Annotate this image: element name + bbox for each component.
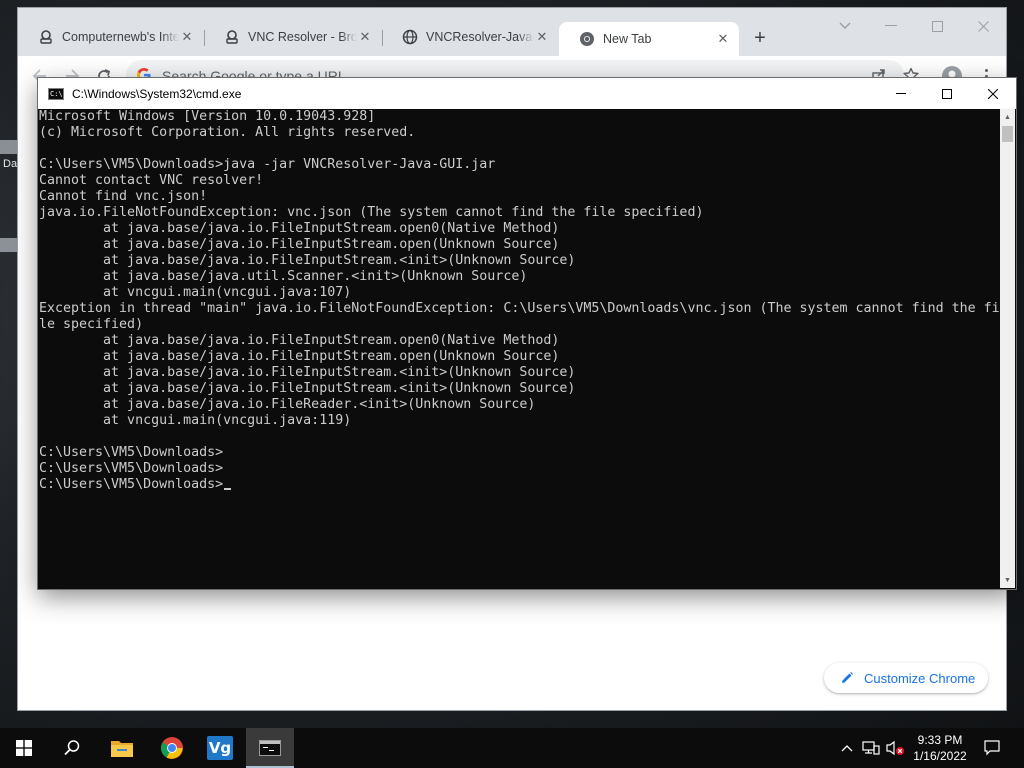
close-icon[interactable]: ✕ (534, 29, 550, 45)
console-line: at vncgui.main(vncgui.java:119) (39, 413, 352, 428)
console-line: at java.base/java.util.Scanner.<init>(Un… (39, 269, 528, 284)
clock-date: 1/16/2022 (913, 749, 967, 763)
close-icon (977, 20, 989, 32)
console-line: C:\Users\VM5\Downloads> (39, 445, 224, 460)
show-hidden-icons-button[interactable] (838, 728, 856, 768)
cmd-window: C:\ C:\Windows\System32\cmd.exe Microsof… (38, 78, 1016, 589)
minimize-icon (896, 92, 906, 94)
console-line: java.io.FileNotFoundException: vnc.json … (39, 205, 704, 220)
text-cursor (224, 488, 232, 490)
new-tab-button[interactable]: + (748, 26, 772, 50)
vnc-favicon-icon (224, 29, 240, 45)
cmd-taskbar-icon (259, 740, 281, 756)
tab-title: Computernewb's Inte (62, 30, 179, 44)
console-line: at java.base/java.io.FileInputStream.ope… (39, 237, 560, 252)
action-center-button[interactable] (980, 728, 1004, 768)
chevron-down-icon (839, 22, 851, 29)
tab-computernewb[interactable]: Computernewb's Inte ✕ (18, 22, 203, 52)
cmd-title-bar[interactable]: C:\ C:\Windows\System32\cmd.exe (38, 78, 1016, 109)
tab-strip: Computernewb's Inte ✕ VNC Resolver - Bro… (18, 8, 1006, 56)
notification-icon (984, 740, 1000, 756)
maximize-button[interactable] (914, 14, 960, 38)
console-line: C:\Users\VM5\Downloads> (39, 477, 999, 493)
console-line: at java.base/java.io.FileInputStream.<in… (39, 381, 576, 396)
console-output[interactable]: Microsoft Windows [Version 10.0.19043.92… (39, 109, 999, 588)
console-line: Cannot find vnc.json! (39, 189, 208, 204)
pencil-icon (840, 671, 854, 685)
taskbar-vm-app[interactable]: Vg (196, 728, 244, 768)
desktop-icon-label-fragment: Da (3, 158, 18, 170)
windows-logo-icon (16, 740, 32, 756)
close-icon[interactable]: ✕ (357, 29, 373, 45)
console-line: Exception in thread "main" java.io.FileN… (39, 301, 999, 316)
tab-vncresolver-java-gui[interactable]: VNCResolver-Java-GUI ✕ (382, 22, 558, 52)
cmd-maximize-button[interactable] (924, 78, 970, 109)
console-line: C:\Users\VM5\Downloads> (39, 461, 224, 476)
console-line: at java.base/java.io.FileInputStream.<in… (39, 253, 576, 268)
volume-muted-icon[interactable] (884, 728, 906, 768)
customize-chrome-button[interactable]: Customize Chrome (824, 663, 988, 693)
console-line: at java.base/java.io.FileInputStream.<in… (39, 365, 576, 380)
cmd-scrollbar[interactable]: ▲ ▼ (1000, 109, 1015, 588)
network-icon[interactable] (860, 728, 882, 768)
system-clock[interactable]: 9:33 PM 1/16/2022 (904, 732, 976, 764)
maximize-icon (931, 20, 943, 32)
chevron-up-icon (841, 745, 853, 752)
desktop-icon-fragment[interactable] (0, 140, 18, 154)
customize-chrome-label: Customize Chrome (864, 670, 976, 686)
console-line: C:\Users\VM5\Downloads>java -jar VNCReso… (39, 157, 496, 172)
chrome-favicon-icon (579, 31, 595, 47)
close-icon[interactable]: ✕ (179, 29, 195, 45)
tab-title: VNCResolver-Java-GUI (426, 30, 534, 44)
vm-app-icon: Vg (207, 736, 233, 760)
tab-new-tab[interactable]: New Tab ✕ (559, 22, 739, 56)
cmd-minimize-button[interactable] (878, 78, 924, 109)
taskbar-command-prompt[interactable] (246, 728, 294, 768)
console-line: (c) Microsoft Corporation. All rights re… (39, 125, 416, 140)
computernewb-favicon-icon (38, 29, 54, 45)
maximize-icon (942, 88, 952, 99)
console-line: Microsoft Windows [Version 10.0.19043.92… (39, 109, 376, 124)
cmd-window-title: C:\Windows\System32\cmd.exe (72, 86, 242, 101)
desktop-icon-fragment[interactable] (0, 238, 18, 252)
close-icon (988, 88, 998, 99)
console-line: at java.base/java.io.FileInputStream.ope… (39, 349, 560, 364)
clock-time: 9:33 PM (917, 733, 963, 747)
console-line: le specified) (39, 317, 144, 332)
taskbar-chrome[interactable] (148, 728, 196, 768)
scroll-up-arrow-icon[interactable]: ▲ (1000, 109, 1015, 125)
console-line: at java.base/java.io.FileReader.<init>(U… (39, 397, 536, 412)
folder-icon (111, 741, 133, 757)
console-line: at vncgui.main(vncgui.java:107) (39, 285, 352, 300)
scrollbar-thumb[interactable] (1002, 126, 1013, 142)
cmd-close-button[interactable] (970, 78, 1016, 109)
cmd-icon: C:\ (48, 87, 64, 100)
tab-title: VNC Resolver - Brows (248, 30, 357, 44)
search-icon (64, 740, 80, 756)
chrome-icon (161, 737, 183, 759)
minimize-button[interactable] (868, 14, 914, 38)
taskbar: Vg 9:33 PM 1/16/2022 (0, 728, 1024, 768)
minimize-icon (885, 25, 897, 26)
taskbar-file-explorer[interactable] (98, 728, 146, 768)
tab-title: New Tab (603, 32, 652, 46)
start-button[interactable] (0, 728, 48, 768)
close-icon[interactable]: ✕ (715, 31, 731, 47)
console-line: at java.base/java.io.FileInputStream.ope… (39, 333, 560, 348)
console-line: at java.base/java.io.FileInputStream.ope… (39, 221, 560, 236)
tab-search-button[interactable] (822, 14, 868, 38)
search-button[interactable] (48, 728, 96, 768)
tab-vnc-resolver-browser[interactable]: VNC Resolver - Brows ✕ (204, 22, 381, 52)
menu-dot (984, 68, 988, 72)
scroll-down-arrow-icon[interactable]: ▼ (1000, 572, 1015, 588)
close-window-button[interactable] (960, 14, 1006, 38)
github-favicon-icon (402, 29, 418, 45)
console-line: Cannot contact VNC resolver! (39, 173, 264, 188)
